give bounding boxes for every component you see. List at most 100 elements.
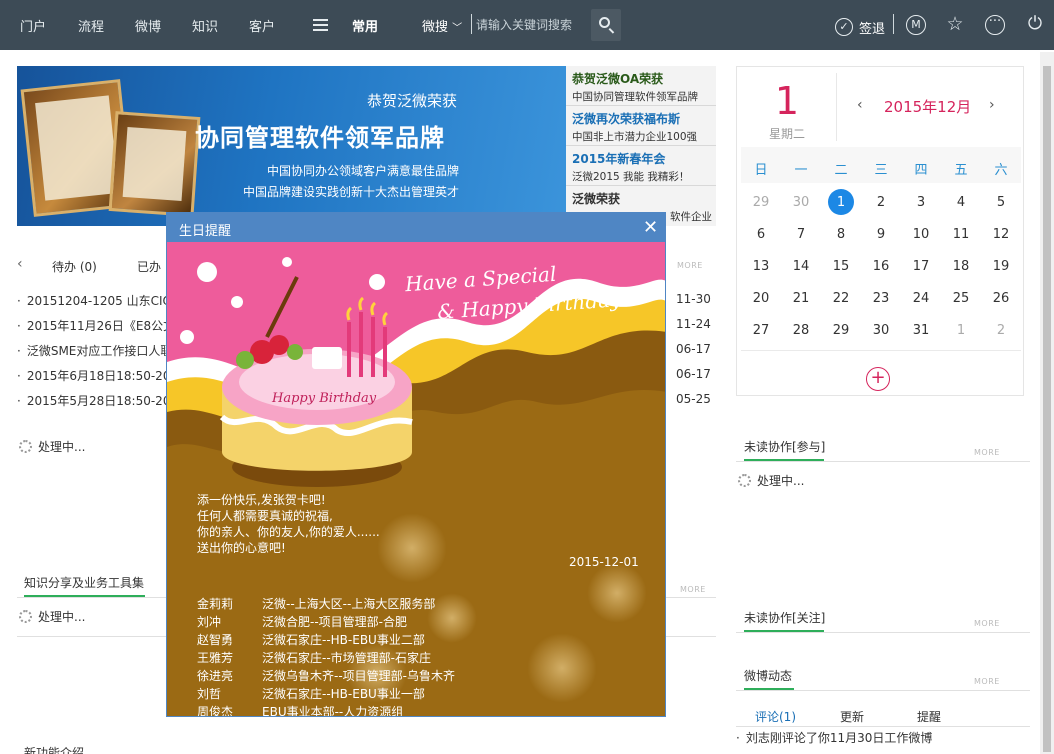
weibo-item[interactable]: 刘志刚评论了你11月30日工作微博 [736,729,933,746]
section-title-knowledge[interactable]: 知识分享及业务工具集 [24,574,144,591]
more-link[interactable]: MORE [974,448,1000,457]
list-item[interactable]: 2015年11月26日《E8公文 [17,317,175,334]
m-account-icon[interactable]: M [906,15,926,35]
more-options-icon[interactable]: ··· [985,15,1005,35]
decoration [587,563,647,623]
close-icon[interactable]: ✕ [643,217,658,238]
calendar-day[interactable]: 5 [981,195,1021,210]
person-dept: 泛微石家庄--HB-EBU事业一部 [262,687,425,701]
calendar-day[interactable]: 18 [941,259,981,274]
calendar-day[interactable]: 10 [901,227,941,242]
calendar-day[interactable]: 9 [861,227,901,242]
person-name: 金莉莉 [197,597,234,611]
nav-customer[interactable]: 客户 [249,16,275,35]
calendar-day[interactable]: 2 [981,323,1021,338]
tab-updates[interactable]: 更新 [840,708,864,725]
search-input[interactable] [476,10,591,40]
tab-comments[interactable]: 评论(1) [755,708,796,725]
calendar-day[interactable]: 29 [741,195,781,210]
calendar-day[interactable]: 1 [941,323,981,338]
weekday-header: 日 [754,163,768,178]
checkout-button[interactable]: 签退 [859,18,885,37]
menu-icon[interactable] [313,19,328,31]
calendar-widget: 1 星期二 ‹ 2015年12月 › 日 一 二 三 四 五 六 29 30 1 2 3… [736,66,1024,396]
calendar-day[interactable]: 20 [741,291,781,306]
tab-todo[interactable]: 待办 (0) [52,258,97,275]
list-item[interactable]: 20151204-1205 山东CIO: [17,292,176,309]
more-link[interactable]: MORE [974,619,1000,628]
calendar-day[interactable]: 19 [981,259,1021,274]
news-sub: 中国非上市潜力企业100强 [572,131,698,143]
star-icon[interactable]: ☆ [945,15,965,35]
list-item[interactable]: 2015年6月18日18:50-20: [17,367,175,384]
calendar-day[interactable]: 4 [941,195,981,210]
divider [736,726,1030,727]
calendar-day[interactable]: 7 [781,227,821,242]
calendar-weekday: 星期二 [768,127,805,141]
search-button[interactable] [591,9,621,41]
more-link[interactable]: MORE [680,585,706,594]
calendar-day[interactable]: 11 [941,227,981,242]
section-title-weibo[interactable]: 微博动态 [744,667,792,684]
calendar-day[interactable]: 2 [861,195,901,210]
more-link[interactable]: MORE [677,261,703,270]
news-item[interactable]: 恭贺泛微OA荣获 中国协同管理软件领军品牌 [566,66,716,106]
calendar-day[interactable]: 12 [981,227,1021,242]
calendar-day[interactable]: 26 [981,291,1021,306]
loading-text: 处理中... [38,610,86,624]
news-item[interactable]: 2015年新春年会 泛微2015 我能 我精彩！ [566,146,716,186]
prev-month-button[interactable]: ‹ [857,97,863,113]
nav-weibo[interactable]: 微博 [135,16,161,35]
calendar-day[interactable]: 13 [741,259,781,274]
calendar-day[interactable]: 1 [821,195,861,210]
nav-portal[interactable]: 门户 [20,16,46,35]
promo-banner[interactable]: 恭贺泛微荣获 协同管理软件领军品牌 中国协同办公领域客户满意最佳品牌 中国品牌建… [17,66,566,226]
power-icon[interactable]: ⏻ [1025,15,1045,35]
section-title-unread-join[interactable]: 未读协作[参与] [744,438,825,455]
divider [741,350,1021,351]
calendar-day[interactable]: 16 [861,259,901,274]
person-dept: 泛微石家庄--市场管理部-石家庄 [262,651,431,665]
calendar-day[interactable]: 3 [901,195,941,210]
calendar-day[interactable]: 30 [781,195,821,210]
calendar-day[interactable]: 31 [901,323,941,338]
next-month-button[interactable]: › [989,97,995,113]
nav-common[interactable]: 常用 [352,16,378,35]
tab-reminders[interactable]: 提醒 [917,708,941,725]
nav-workflow[interactable]: 流程 [78,16,104,35]
calendar-day[interactable]: 24 [901,291,941,306]
calendar-day[interactable]: 21 [781,291,821,306]
calendar-day[interactable]: 28 [781,323,821,338]
divider [736,690,1030,691]
tab-done[interactable]: 已办 [137,258,161,275]
calendar-day[interactable]: 8 [821,227,861,242]
news-sub: 中国协同管理软件领军品牌 [572,91,698,103]
calendar-day[interactable]: 25 [941,291,981,306]
calendar-day[interactable]: 14 [781,259,821,274]
news-item[interactable]: 泛微再次荣获福布斯 中国非上市潜力企业100强 [566,106,716,146]
chevron-left-icon[interactable]: ‹ [17,256,23,272]
calendar-day[interactable]: 23 [861,291,901,306]
vertical-scrollbar[interactable] [1040,52,1054,754]
list-date: 06-17 [676,342,711,356]
calendar-day[interactable]: 17 [901,259,941,274]
section-title-new-features[interactable]: 新功能介绍 [24,744,84,754]
calendar-day[interactable]: 30 [861,323,901,338]
scrollbar-thumb[interactable] [1043,66,1051,752]
calendar-day[interactable]: 29 [821,323,861,338]
calendar-day[interactable]: 27 [741,323,781,338]
divider [893,14,894,34]
list-date: 11-30 [676,292,711,306]
add-event-button[interactable]: + [866,367,890,391]
weisou-dropdown[interactable]: 微搜 ﹀ [422,16,462,35]
more-link[interactable]: MORE [974,677,1000,686]
nav-knowledge[interactable]: 知识 [192,16,218,35]
list-item[interactable]: 泛微SME对应工作接口人联 [17,342,173,359]
list-item[interactable]: 2015年5月28日18:50-20: [17,392,175,409]
calendar-day[interactable]: 15 [821,259,861,274]
person-dept: 泛微合肥--项目管理部-合肥 [262,615,407,629]
calendar-day[interactable]: 6 [741,227,781,242]
section-title-unread-follow[interactable]: 未读协作[关注] [744,609,825,626]
search-icon [599,17,610,28]
calendar-day[interactable]: 22 [821,291,861,306]
